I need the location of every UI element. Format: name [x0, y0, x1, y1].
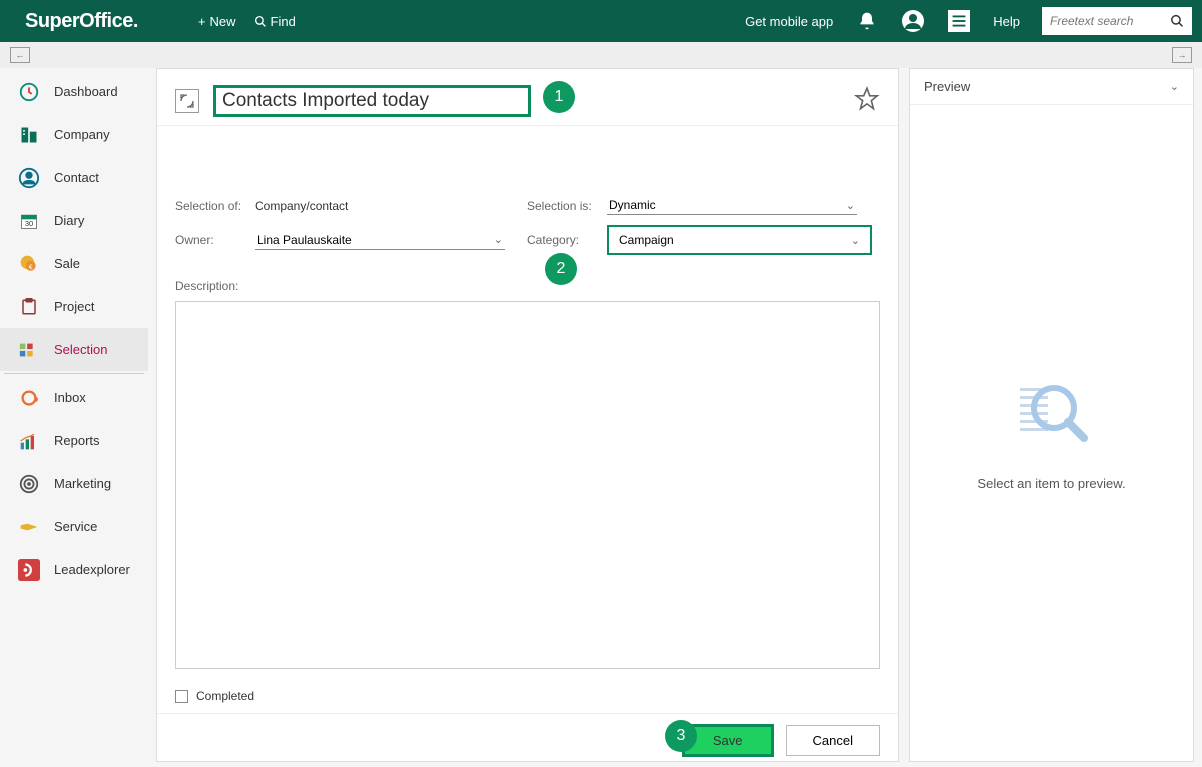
- new-button[interactable]: + New: [198, 14, 236, 29]
- preview-empty-icon: [1012, 376, 1092, 456]
- owner-select[interactable]: Lina Paulauskaite ⌄: [255, 231, 505, 250]
- selection-type-icon: [175, 89, 199, 113]
- sidebar: Dashboard Company Contact 30 Diary € Sal…: [0, 68, 148, 762]
- leadexplorer-icon: [18, 559, 40, 581]
- search-icon[interactable]: [1170, 13, 1184, 29]
- service-icon: [18, 516, 40, 538]
- topbar: ← →: [0, 42, 1202, 68]
- dashboard-icon: [18, 81, 40, 103]
- project-icon: [18, 296, 40, 318]
- inbox-icon: [18, 387, 40, 409]
- preview-empty-text: Select an item to preview.: [977, 476, 1125, 491]
- description-textarea[interactable]: [175, 301, 880, 669]
- svg-text:30: 30: [25, 219, 33, 228]
- menu-icon[interactable]: [947, 9, 971, 33]
- chevron-down-icon: ⌄: [1170, 80, 1179, 93]
- sidebar-item-leadexplorer[interactable]: Leadexplorer: [0, 548, 148, 591]
- selection-of-label: Selection of:: [175, 199, 255, 213]
- find-button[interactable]: Find: [254, 14, 296, 29]
- sidebar-item-diary[interactable]: 30 Diary: [0, 199, 148, 242]
- marketing-icon: [18, 473, 40, 495]
- diary-icon: 30: [18, 210, 40, 232]
- sidebar-item-inbox[interactable]: Inbox: [0, 376, 148, 419]
- logo: SuperOffice.: [25, 10, 138, 33]
- preview-header[interactable]: Preview ⌄: [910, 69, 1193, 105]
- selection-is-label: Selection is:: [527, 199, 607, 213]
- sidebar-item-dashboard[interactable]: Dashboard: [0, 70, 148, 113]
- category-label: Category:: [527, 233, 607, 247]
- sidebar-item-company[interactable]: Company: [0, 113, 148, 156]
- step-badge-1: 1: [543, 81, 575, 113]
- help-link[interactable]: Help: [993, 14, 1020, 29]
- description-label: Description:: [175, 279, 880, 293]
- sidebar-item-contact[interactable]: Contact: [0, 156, 148, 199]
- plus-icon: +: [198, 14, 206, 29]
- svg-text:€: €: [29, 264, 33, 271]
- sale-icon: €: [18, 253, 40, 275]
- collapse-right-icon[interactable]: →: [1172, 47, 1192, 63]
- sidebar-item-selection[interactable]: Selection: [0, 328, 148, 371]
- step-badge-3: 3: [665, 720, 697, 752]
- selection-of-value: Company/contact: [255, 199, 348, 213]
- chevron-down-icon: ⌄: [494, 233, 503, 246]
- search-input[interactable]: [1050, 14, 1170, 28]
- step-badge-2: 2: [545, 253, 577, 285]
- collapse-left-icon[interactable]: ←: [10, 47, 30, 63]
- category-select[interactable]: Campaign ⌄: [607, 225, 872, 255]
- bell-icon[interactable]: [855, 9, 879, 33]
- cancel-button[interactable]: Cancel: [786, 725, 880, 756]
- preview-panel: Preview ⌄ Select an item to preview.: [909, 68, 1194, 762]
- main-content: 1 Selection of: Company/contact Selectio…: [156, 68, 899, 762]
- sidebar-item-marketing[interactable]: Marketing: [0, 462, 148, 505]
- completed-label: Completed: [196, 689, 254, 703]
- contact-icon: [18, 167, 40, 189]
- reports-icon: [18, 430, 40, 452]
- completed-checkbox[interactable]: [175, 690, 188, 703]
- search-box[interactable]: [1042, 7, 1192, 35]
- favorite-icon[interactable]: [854, 86, 880, 117]
- sidebar-item-sale[interactable]: € Sale: [0, 242, 148, 285]
- sidebar-item-reports[interactable]: Reports: [0, 419, 148, 462]
- user-icon[interactable]: [901, 9, 925, 33]
- company-icon: [18, 124, 40, 146]
- selection-is-select[interactable]: Dynamic ⌄: [607, 196, 857, 215]
- magnify-icon: [254, 15, 267, 28]
- sidebar-item-service[interactable]: Service: [0, 505, 148, 548]
- owner-label: Owner:: [175, 233, 255, 247]
- selection-icon: [18, 339, 40, 361]
- selection-title-input[interactable]: [213, 85, 531, 117]
- chevron-down-icon: ⌄: [851, 234, 860, 247]
- mobile-app-link[interactable]: Get mobile app: [745, 14, 833, 29]
- app-header: SuperOffice. + New Find Get mobile app H…: [0, 0, 1202, 42]
- sidebar-item-project[interactable]: Project: [0, 285, 148, 328]
- chevron-down-icon: ⌄: [846, 199, 855, 212]
